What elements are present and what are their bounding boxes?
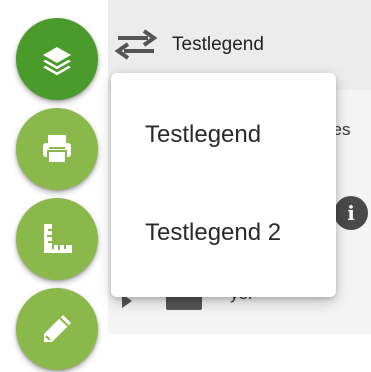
ruler-square-icon xyxy=(37,219,77,259)
swap-legend-button[interactable] xyxy=(112,28,160,64)
swap-horizontal-icon xyxy=(114,28,158,65)
app-window: Testlegend ces i yer Testlegend Testlege… xyxy=(0,0,371,372)
print-button[interactable] xyxy=(16,108,98,190)
panel-title: Testlegend xyxy=(172,34,264,55)
menu-item-testlegend-2[interactable]: Testlegend 2 xyxy=(111,185,336,281)
layers-button[interactable] xyxy=(16,18,98,100)
layers-icon xyxy=(37,39,77,79)
measure-button[interactable] xyxy=(16,198,98,280)
panel-footer xyxy=(108,334,371,372)
printer-icon xyxy=(37,129,77,169)
tool-rail xyxy=(0,0,108,372)
legend-select-menu: Testlegend Testlegend 2 xyxy=(111,73,336,297)
info-icon[interactable]: i xyxy=(334,196,368,230)
pencil-icon xyxy=(37,309,77,349)
draw-button[interactable] xyxy=(16,288,98,370)
menu-item-testlegend[interactable]: Testlegend xyxy=(111,87,336,183)
